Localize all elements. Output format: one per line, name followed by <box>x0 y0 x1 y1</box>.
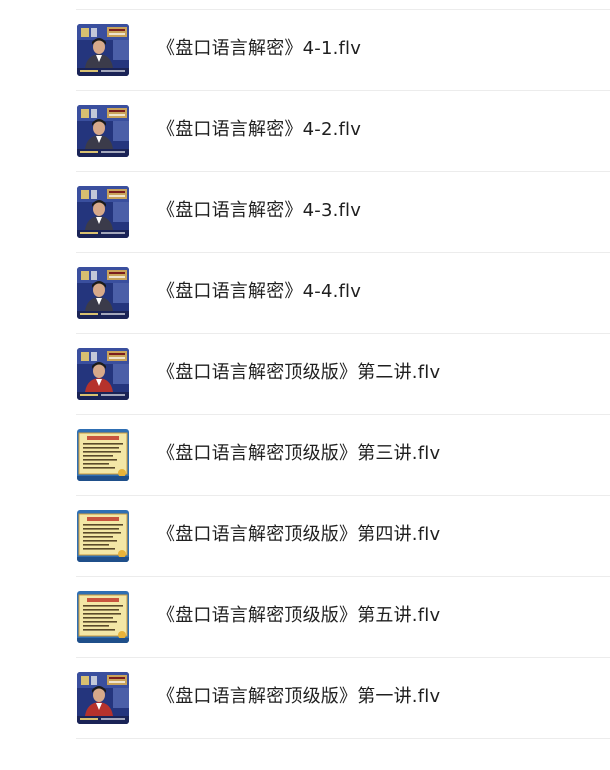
file-name: 《盘口语言解密》4-3.flv <box>157 200 362 221</box>
list-item[interactable]: 《盘口语言解密顶级版》第三讲.flv <box>0 415 610 496</box>
video-thumbnail <box>77 348 129 400</box>
list-item[interactable]: 《盘口语言解密》4-1.flv <box>0 10 610 91</box>
video-thumbnail <box>77 672 129 724</box>
file-name: 《盘口语言解密顶级版》第四讲.flv <box>157 524 441 545</box>
video-thumbnail <box>77 186 129 238</box>
file-name: 《盘口语言解密顶级版》第三讲.flv <box>157 443 441 464</box>
list-item[interactable]: 《盘口语言解密》4-2.flv <box>0 91 610 172</box>
file-name: 《盘口语言解密顶级版》第五讲.flv <box>157 605 441 626</box>
video-thumbnail <box>77 105 129 157</box>
list-item[interactable]: 《盘口语言解密顶级版》第五讲.flv <box>0 577 610 658</box>
video-thumbnail <box>77 429 129 481</box>
list-item[interactable]: 《盘口语言解密顶级版》第二讲.flv <box>0 334 610 415</box>
file-name: 《盘口语言解密顶级版》第一讲.flv <box>157 686 441 707</box>
list-item[interactable]: 《盘口语言解密》4-3.flv <box>0 172 610 253</box>
file-name: 《盘口语言解密顶级版》第二讲.flv <box>157 362 441 383</box>
video-thumbnail <box>77 267 129 319</box>
file-name: 《盘口语言解密》4-4.flv <box>157 281 362 302</box>
file-list: 《盘口语言解密》4-1.flv 《盘口语言解密》4-2.flv 《盘口语言解密》… <box>0 10 610 739</box>
video-thumbnail <box>77 591 129 643</box>
file-name: 《盘口语言解密》4-1.flv <box>157 38 362 59</box>
video-thumbnail <box>77 510 129 562</box>
list-item[interactable]: 《盘口语言解密顶级版》第四讲.flv <box>0 496 610 577</box>
list-item[interactable]: 《盘口语言解密》4-4.flv <box>0 253 610 334</box>
video-thumbnail <box>77 24 129 76</box>
file-name: 《盘口语言解密》4-2.flv <box>157 119 362 140</box>
list-item[interactable]: 《盘口语言解密顶级版》第一讲.flv <box>0 658 610 739</box>
